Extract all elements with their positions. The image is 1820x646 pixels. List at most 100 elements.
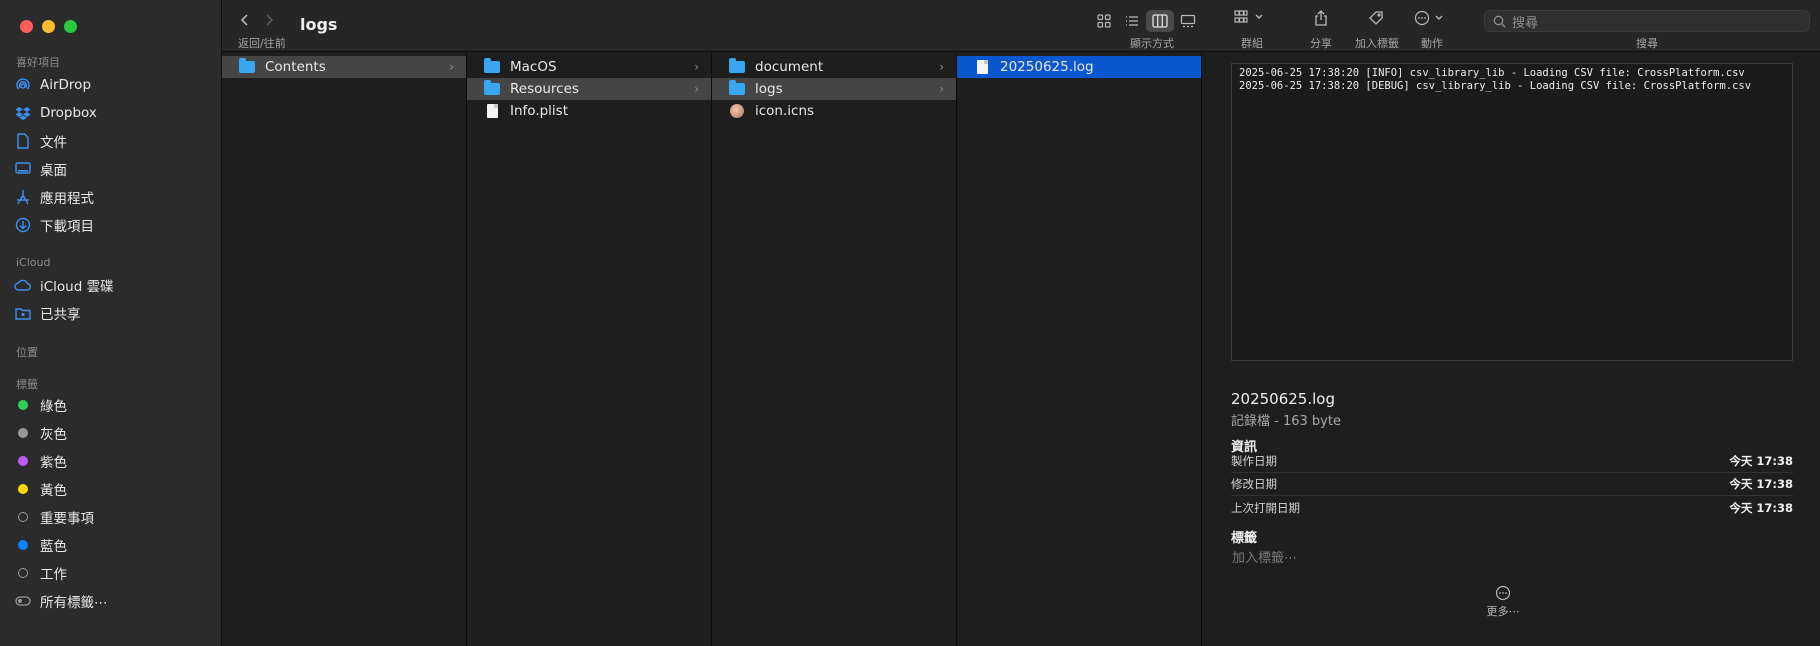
icns-file-icon [728,103,746,119]
list-item[interactable]: Info.plist [467,100,711,122]
group-button[interactable] [1234,10,1264,24]
list-item[interactable]: icon.icns [712,100,956,122]
sidebar-tag-blue[interactable]: 藍色 [14,532,210,558]
nav-buttons [240,12,274,31]
sidebar-tag-important[interactable]: 重要事項 [14,504,210,530]
sidebar-tag-green[interactable]: 綠色 [14,392,210,418]
all-tags-icon [14,592,32,610]
close-window-button[interactable] [20,20,33,33]
item-label: MacOS [510,59,557,75]
nav-caption: 返回/往前 [238,37,286,50]
sidebar-item-label: iCloud 雲碟 [40,279,114,295]
tag-dot-icon [18,568,28,578]
gallery-view-button[interactable] [1174,10,1202,32]
folder-icon [483,80,501,97]
list-item[interactable]: Resources › [467,78,711,100]
gallery-icon [1180,14,1196,28]
column-view-button[interactable] [1146,10,1174,32]
add-tags-field[interactable]: 加入標籤⋯ [1232,547,1297,566]
sidebar-all-tags[interactable]: 所有標籤⋯ [14,588,210,614]
chevron-right-icon: › [694,60,699,74]
column-4: 20250625.log [957,53,1202,646]
tags-header: 標籤 [1231,531,1258,546]
item-label: document [755,59,824,75]
minimize-window-button[interactable] [42,20,55,33]
view-mode-label: 顯示方式 [1130,37,1174,50]
folder-icon [238,58,256,75]
list-item[interactable]: MacOS › [467,56,711,78]
sidebar-item-label: AirDrop [40,77,92,93]
add-tag-button[interactable] [1368,10,1384,26]
sidebar-tag-yellow[interactable]: 黃色 [14,476,210,502]
sidebar-tag-purple[interactable]: 紫色 [14,448,210,474]
chevron-right-icon: › [694,82,699,96]
sidebar-item-downloads[interactable]: 下載項目 [14,212,210,238]
sidebar-item-label: 應用程式 [40,191,94,207]
sidebar-item-label: 文件 [40,135,67,151]
icon-view-button[interactable] [1090,10,1118,32]
icloud-header: iCloud [16,256,51,269]
forward-button[interactable] [264,12,274,31]
info-key: 上次打開日期 [1231,500,1300,515]
folder-icon [728,80,746,97]
shared-folder-icon [14,304,32,322]
sidebar-item-icloud-drive[interactable]: iCloud 雲碟 [14,272,210,298]
sidebar-item-label: 下載項目 [40,219,94,235]
airdrop-icon [14,76,32,94]
zoom-window-button[interactable] [64,20,77,33]
more-label: 更多⋯ [1486,605,1520,618]
sidebar-item-label: 桌面 [40,163,67,179]
preview-file-kind: 記錄檔 - 163 byte [1231,414,1341,429]
view-mode-group [1090,10,1202,32]
info-row-modified: 修改日期 今天 17:38 [1231,473,1793,496]
sidebar-item-label: 已共享 [40,307,81,323]
sidebar-item-applications[interactable]: 應用程式 [14,184,210,210]
favorites-header: 喜好項目 [16,56,60,69]
sidebar-item-label: 黃色 [40,483,67,499]
info-value: 今天 17:38 [1729,477,1793,491]
search-icon [1493,15,1506,27]
action-button[interactable] [1414,10,1444,26]
log-line: 2025-06-25 17:38:20 [INFO] csv_library_l… [1239,67,1745,79]
info-value: 今天 17:38 [1729,454,1793,468]
column-3: document › logs › icon.icns [712,53,957,646]
sidebar-item-shared[interactable]: 已共享 [14,300,210,326]
sidebar-item-documents[interactable]: 文件 [14,128,210,154]
folder-icon [483,58,501,75]
info-row-last-opened: 上次打開日期 今天 17:38 [1231,496,1793,519]
list-icon [1126,16,1138,26]
tag-dot-icon [18,428,28,438]
columns-icon [1152,14,1168,28]
list-item[interactable]: 20250625.log [957,56,1201,78]
back-button[interactable] [240,12,250,31]
sidebar-item-label: 工作 [40,567,67,583]
action-label: 動作 [1421,37,1443,50]
list-item[interactable]: Contents › [222,56,466,78]
log-preview[interactable]: 2025-06-25 17:38:20 [INFO] csv_library_l… [1231,63,1793,361]
preview-pane: 2025-06-25 17:38:20 [INFO] csv_library_l… [1203,53,1820,646]
dropbox-icon [14,104,32,122]
folder-icon [728,58,746,75]
window-title: logs [300,15,338,34]
chevron-right-icon [266,14,274,26]
sidebar-tag-gray[interactable]: 灰色 [14,420,210,446]
item-label: Resources [510,81,579,97]
sidebar: 喜好項目 AirDrop Dropbox 文件 桌面 應用程式 下載項目 iCl… [0,0,222,646]
share-button[interactable] [1314,10,1328,26]
chevron-right-icon: › [449,60,454,74]
sidebar-tag-work[interactable]: 工作 [14,560,210,586]
sidebar-item-dropbox[interactable]: Dropbox [14,100,210,126]
toolbar: 返回/往前 logs 顯示方式 群組 分享 加入標籤 動作 搜尋 搜尋 [222,0,1820,52]
list-view-button[interactable] [1118,10,1146,32]
sidebar-item-desktop[interactable]: 桌面 [14,156,210,182]
sidebar-item-airdrop[interactable]: AirDrop [14,72,210,98]
info-row-created: 製作日期 今天 17:38 [1231,450,1793,473]
more-button[interactable]: 更多⋯ [1473,585,1533,619]
search-field[interactable]: 搜尋 [1484,10,1810,32]
list-item[interactable]: logs › [712,78,956,100]
search-placeholder: 搜尋 [1512,15,1539,31]
chevron-down-icon [1435,15,1443,20]
grid-icon [1097,14,1111,28]
ellipsis-circle-icon [1414,10,1430,26]
list-item[interactable]: document › [712,56,956,78]
